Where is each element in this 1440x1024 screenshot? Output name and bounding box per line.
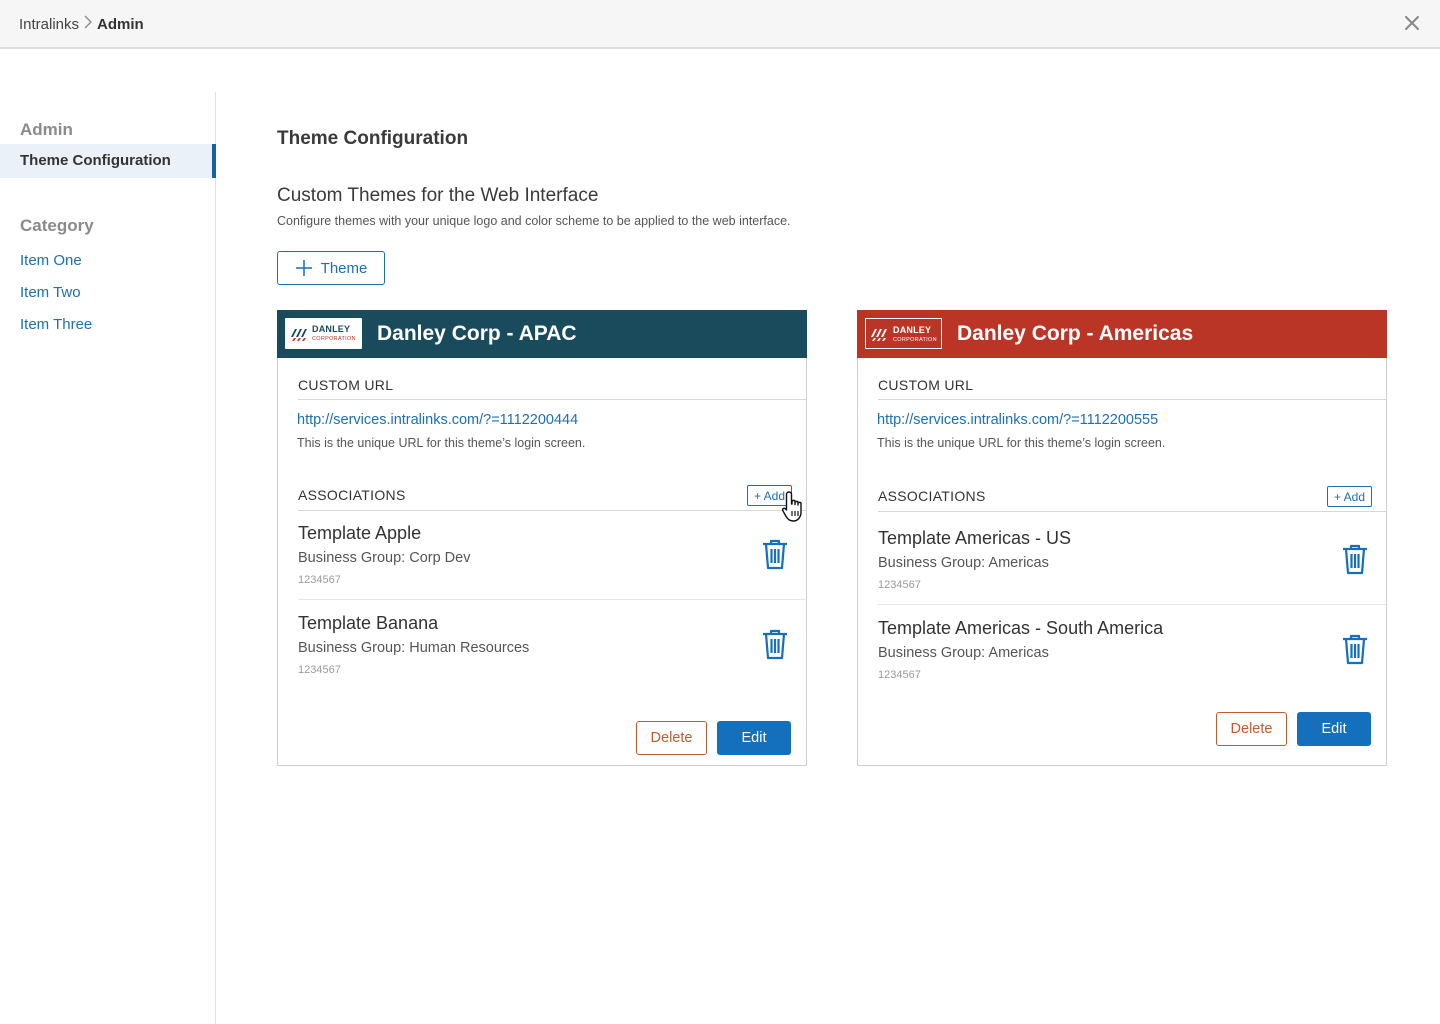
add-association-button[interactable]: + Add [1327, 486, 1372, 507]
delete-theme-button[interactable]: Delete [636, 721, 707, 755]
danley-logo: DANLEY CORPORATION [865, 318, 942, 349]
delete-theme-button[interactable]: Delete [1216, 712, 1287, 746]
divider [878, 511, 1386, 512]
edit-theme-button[interactable]: Edit [717, 721, 791, 755]
custom-url-label: CUSTOM URL [298, 377, 394, 393]
plus-icon [295, 260, 312, 276]
custom-url-label: CUSTOM URL [878, 377, 974, 393]
theme-card-header: DANLEY CORPORATION Danley Corp - America… [857, 310, 1387, 358]
trash-icon[interactable] [761, 538, 789, 570]
custom-url-hint: This is the unique URL for this theme’s … [877, 436, 1166, 450]
section-description: Configure themes with your unique logo a… [277, 214, 791, 228]
logo-text: DANLEY [312, 324, 351, 334]
association-group: Business Group: Americas [878, 555, 1049, 571]
sidebar-item-label: Theme Configuration [20, 152, 171, 169]
close-icon[interactable] [1402, 13, 1422, 33]
association-name: Template Americas - US [878, 528, 1072, 548]
association-name: Template Americas - South America [878, 618, 1164, 638]
trash-icon[interactable] [1341, 543, 1369, 575]
sidebar-heading-category: Category [20, 216, 94, 235]
sidebar-item-one[interactable]: Item One [20, 252, 82, 269]
association-item: Template Americas - South America Busine… [878, 618, 1369, 708]
top-bar: Intralinks Admin [0, 0, 1440, 49]
association-group: Business Group: Americas [878, 645, 1049, 661]
divider [878, 604, 1386, 605]
association-id: 1234567 [878, 579, 921, 591]
page-title: Theme Configuration [277, 128, 469, 149]
trash-icon[interactable] [1341, 633, 1369, 665]
logo-subtext: CORPORATION [312, 336, 356, 342]
danley-logo: DANLEY CORPORATION [285, 318, 362, 349]
association-id: 1234567 [298, 664, 341, 676]
breadcrumb-current: Admin [97, 15, 144, 33]
custom-url-hint: This is the unique URL for this theme’s … [297, 436, 586, 450]
sidebar-item-three[interactable]: Item Three [20, 316, 92, 333]
divider [298, 510, 806, 511]
custom-url-link[interactable]: http://services.intralinks.com/?=1112200… [297, 412, 578, 428]
association-id: 1234567 [298, 574, 341, 586]
trash-icon[interactable] [761, 628, 789, 660]
associations-label: ASSOCIATIONS [298, 487, 406, 503]
theme-card-apac: DANLEY CORPORATION Danley Corp - APAC CU… [277, 310, 807, 766]
sidebar-item-theme-configuration[interactable]: Theme Configuration [0, 144, 216, 178]
section-title: Custom Themes for the Web Interface [277, 185, 599, 206]
add-association-button[interactable]: + Add [747, 485, 792, 506]
logo-subtext: CORPORATION [893, 337, 937, 343]
divider [298, 399, 806, 400]
association-group: Business Group: Human Resources [298, 640, 530, 656]
theme-card-title: Danley Corp - Americas [957, 322, 1194, 345]
logo-text: DANLEY [893, 325, 932, 335]
sidebar-heading-admin: Admin [20, 120, 73, 139]
add-theme-button[interactable]: Theme [277, 251, 385, 285]
association-name: Template Banana [298, 613, 439, 633]
custom-url-link[interactable]: http://services.intralinks.com/?=1112200… [877, 412, 1158, 428]
breadcrumb: Intralinks Admin [19, 15, 144, 33]
association-name: Template Apple [298, 523, 422, 543]
theme-card-title: Danley Corp - APAC [377, 322, 577, 345]
sidebar-item-two[interactable]: Item Two [20, 284, 81, 301]
breadcrumb-root[interactable]: Intralinks [19, 16, 79, 33]
association-item: Template Banana Business Group: Human Re… [298, 613, 789, 703]
theme-card-header: DANLEY CORPORATION Danley Corp - APAC [277, 310, 807, 358]
theme-card-americas: DANLEY CORPORATION Danley Corp - America… [857, 310, 1387, 766]
chevron-right-icon [83, 15, 93, 33]
association-id: 1234567 [878, 669, 921, 681]
divider [878, 399, 1386, 400]
associations-label: ASSOCIATIONS [878, 488, 986, 504]
sidebar: Admin Theme Configuration Category Item … [0, 92, 216, 1024]
add-theme-button-label: Theme [320, 259, 368, 277]
association-group: Business Group: Corp Dev [298, 550, 471, 566]
divider [298, 599, 806, 600]
edit-theme-button[interactable]: Edit [1297, 712, 1371, 746]
